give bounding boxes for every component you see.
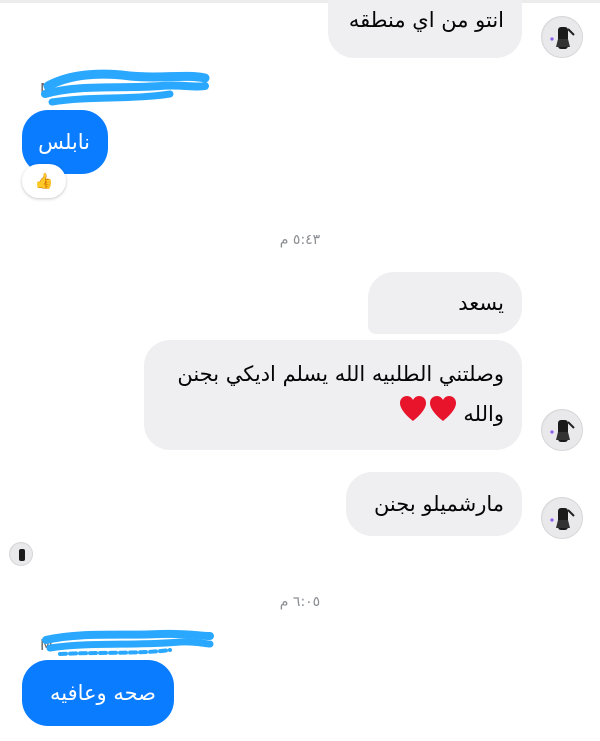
message-bubble[interactable]: انتو من اي منطقه (328, 0, 522, 58)
reaction-badge[interactable]: 👍 (22, 164, 66, 198)
message-text: صحه وعافيه (49, 681, 156, 705)
thumbs-up-icon: 👍 (34, 172, 54, 190)
message-bubble[interactable]: يسعد مساكي (368, 272, 522, 365)
contact-avatar[interactable] (541, 16, 583, 58)
read-receipt-avatar (9, 542, 33, 566)
timestamp: ٦:٠٥ م (279, 594, 321, 610)
avatar-figure-icon (543, 18, 582, 57)
redaction-scribble (42, 629, 214, 656)
message-text: نابلس (38, 130, 90, 154)
message-bubble[interactable]: وصلتني الطلبيه الله يسلم اديكي بجنن والل… (144, 340, 522, 450)
message-text-line: والله (164, 394, 504, 436)
message-text: انتو من اي منطقه (348, 8, 504, 32)
message-text-line: وصلتني الطلبيه الله يسلم اديكي بجنن (177, 362, 504, 386)
message-bubble[interactable]: صحه وعافيه (22, 660, 174, 726)
avatar-figure-icon (543, 411, 582, 450)
contact-avatar[interactable] (541, 409, 583, 451)
timestamp: ٥:٤٣ م (279, 232, 321, 248)
message-text: مارشميلو بجنن (373, 492, 504, 516)
message-bubble[interactable]: مارشميلو بجنن (346, 472, 522, 536)
contact-avatar[interactable] (541, 497, 583, 539)
avatar-figure-icon (543, 499, 582, 538)
heart-emoji-icon (399, 395, 457, 436)
avatar-figure-icon (11, 544, 32, 565)
redaction-scribble (41, 69, 210, 106)
